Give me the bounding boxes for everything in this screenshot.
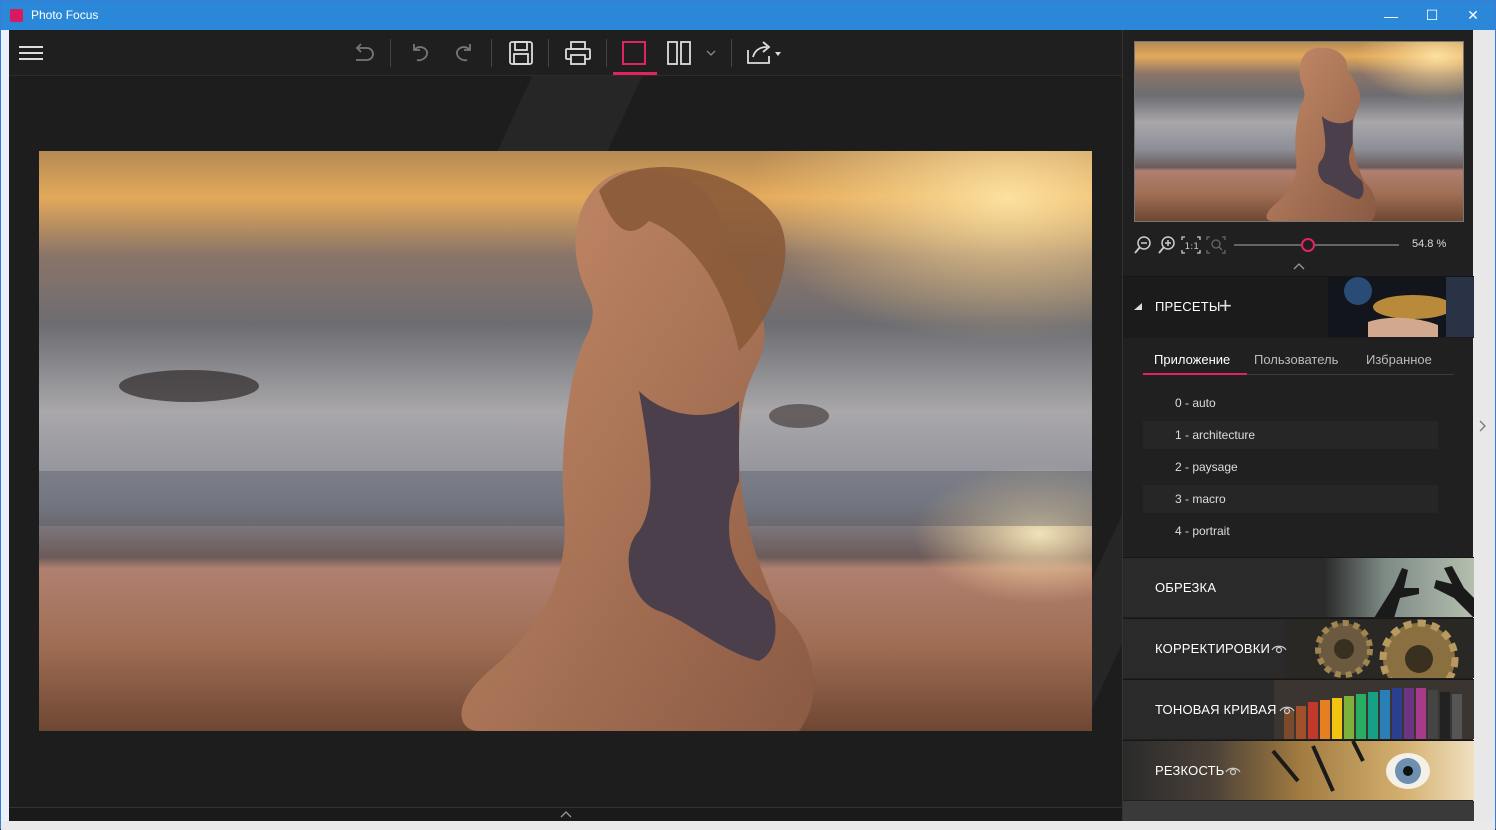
image-canvas[interactable] bbox=[9, 76, 1122, 807]
main-photo[interactable] bbox=[39, 151, 1092, 731]
close-button[interactable]: ✕ bbox=[1453, 1, 1493, 30]
tone-curve-banner-art bbox=[1274, 680, 1474, 739]
section-title: ОБРЕЗКА bbox=[1155, 580, 1217, 595]
redo-icon[interactable] bbox=[448, 38, 480, 68]
title-bar: Photo Focus — ☐ ✕ bbox=[1, 1, 1495, 30]
next-section-peek bbox=[1123, 801, 1474, 821]
zoom-fit-icon[interactable] bbox=[1205, 234, 1227, 256]
preset-item[interactable]: 0 - auto bbox=[1143, 389, 1438, 417]
expand-panel-icon[interactable] bbox=[1477, 419, 1487, 433]
tab-application[interactable]: Приложение bbox=[1154, 352, 1230, 367]
share-icon[interactable] bbox=[743, 38, 785, 68]
app-logo-icon bbox=[10, 9, 23, 22]
eye-icon[interactable] bbox=[1225, 765, 1241, 777]
collapse-navigator-icon[interactable] bbox=[1291, 260, 1307, 272]
zoom-out-icon[interactable] bbox=[1132, 234, 1154, 256]
preset-item[interactable]: 4 - portrait bbox=[1143, 517, 1438, 545]
single-view-icon[interactable] bbox=[618, 38, 650, 68]
chevron-up-icon[interactable] bbox=[559, 810, 573, 819]
section-title: КОРРЕКТИРОВКИ bbox=[1155, 641, 1271, 656]
tab-divider bbox=[1247, 374, 1454, 375]
menu-icon[interactable] bbox=[15, 38, 47, 68]
filmstrip-toggle-bar[interactable] bbox=[9, 807, 1122, 821]
print-icon[interactable] bbox=[562, 38, 594, 68]
eye-icon[interactable] bbox=[1271, 643, 1287, 655]
toolbar-separator bbox=[606, 39, 607, 67]
minimize-button[interactable]: — bbox=[1371, 1, 1411, 30]
section-adjustments[interactable]: КОРРЕКТИРОВКИ bbox=[1123, 618, 1474, 678]
right-panel: 1:1 54.8 % ПРЕСЕТЫ + Приложение Пользова… bbox=[1122, 30, 1474, 821]
toolbar-separator bbox=[491, 39, 492, 67]
adjustments-banner-art bbox=[1284, 619, 1474, 678]
toolbar-separator bbox=[731, 39, 732, 67]
zoom-1-1-icon[interactable]: 1:1 bbox=[1180, 234, 1202, 256]
presets-title: ПРЕСЕТЫ bbox=[1155, 299, 1221, 314]
undo-icon[interactable] bbox=[404, 38, 436, 68]
save-icon[interactable] bbox=[505, 38, 537, 68]
svg-text:1:1: 1:1 bbox=[1185, 242, 1199, 252]
eye-icon[interactable] bbox=[1279, 704, 1295, 716]
presets-banner-art bbox=[1328, 277, 1474, 337]
tab-favorites[interactable]: Избранное bbox=[1366, 352, 1432, 367]
undo-all-icon[interactable] bbox=[347, 38, 379, 68]
navigator-thumbnail[interactable] bbox=[1134, 41, 1464, 222]
main-toolbar bbox=[9, 30, 1122, 76]
tab-user[interactable]: Пользователь bbox=[1254, 352, 1338, 367]
split-view-icon[interactable] bbox=[663, 38, 695, 68]
section-title: РЕЗКОСТЬ bbox=[1155, 763, 1225, 778]
section-sharpness[interactable]: РЕЗКОСТЬ bbox=[1123, 740, 1474, 800]
view-dropdown-icon[interactable] bbox=[701, 38, 721, 68]
active-tab-indicator bbox=[1143, 373, 1247, 375]
zoom-slider-track[interactable] bbox=[1234, 244, 1399, 246]
preset-item[interactable]: 2 - paysage bbox=[1143, 453, 1438, 481]
preset-item[interactable]: 3 - macro bbox=[1143, 485, 1438, 513]
zoom-slider-handle[interactable] bbox=[1301, 238, 1316, 252]
crop-banner-art bbox=[1324, 558, 1474, 617]
active-view-indicator bbox=[613, 72, 657, 75]
zoom-in-icon[interactable] bbox=[1156, 234, 1178, 256]
section-crop[interactable]: ОБРЕЗКА bbox=[1123, 557, 1474, 617]
toolbar-separator bbox=[390, 39, 391, 67]
maximize-button[interactable]: ☐ bbox=[1412, 1, 1452, 30]
left-window-edge bbox=[1, 30, 9, 830]
preset-item[interactable]: 1 - architecture bbox=[1143, 421, 1438, 449]
collapse-triangle-icon bbox=[1134, 303, 1142, 310]
presets-section-header[interactable]: ПРЕСЕТЫ + bbox=[1123, 276, 1474, 338]
section-tone-curve[interactable]: ТОНОВАЯ КРИВАЯ bbox=[1123, 679, 1474, 739]
add-preset-button[interactable]: + bbox=[1219, 293, 1232, 319]
app-window: Photo Focus — ☐ ✕ 1:1 54.8 % ПРЕСЕТЫ + П… bbox=[0, 0, 1496, 830]
zoom-controls: 1:1 54.8 % bbox=[1123, 230, 1474, 260]
window-title: Photo Focus bbox=[31, 8, 99, 22]
zoom-value: 54.8 % bbox=[1412, 238, 1447, 250]
section-title: ТОНОВАЯ КРИВАЯ bbox=[1155, 702, 1277, 717]
toolbar-separator bbox=[548, 39, 549, 67]
